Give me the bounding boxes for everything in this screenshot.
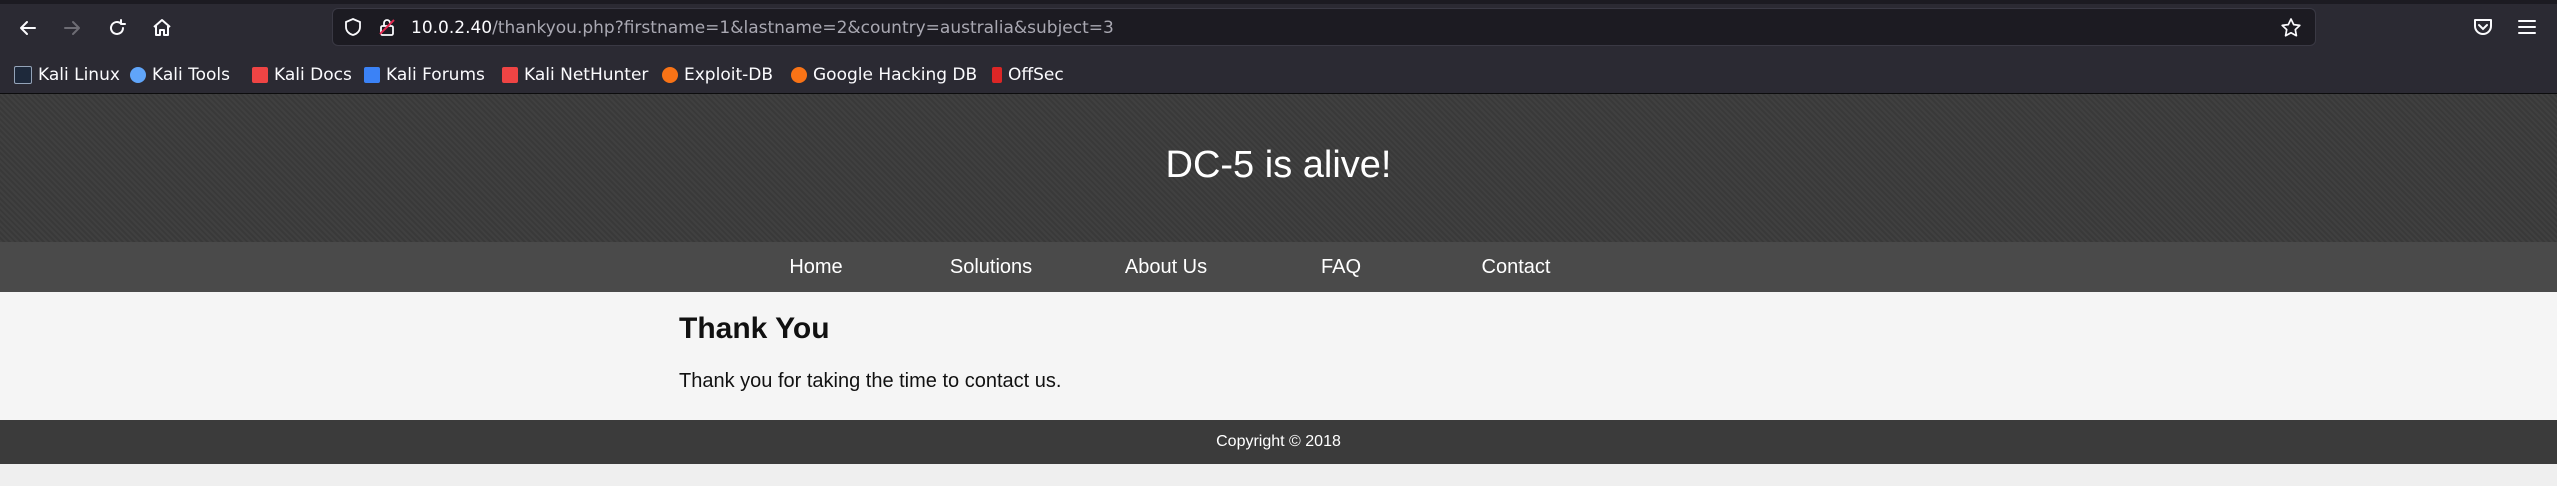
- bookmark-offsec[interactable]: OffSec: [992, 57, 1064, 93]
- bookmark-label: Kali Linux: [38, 65, 120, 85]
- bookmarks-toolbar: Kali Linux Kali Tools Kali Docs Kali For…: [0, 57, 2557, 94]
- bookmark-kali-docs[interactable]: Kali Docs: [252, 57, 352, 93]
- nav-solutions[interactable]: Solutions: [911, 242, 1071, 292]
- site-nav: Home Solutions About Us FAQ Contact: [0, 242, 2557, 292]
- nav-faq[interactable]: FAQ: [1261, 242, 1421, 292]
- shield-icon[interactable]: [343, 17, 363, 37]
- main-content: Thank You Thank you for taking the time …: [0, 292, 2557, 420]
- url-path: /thankyou.php?firstname=1&lastname=2&cou…: [492, 18, 1114, 38]
- bookmark-label: Kali Forums: [386, 65, 485, 85]
- exploit-db-icon: [662, 67, 678, 83]
- bookmark-star-icon[interactable]: [2279, 16, 2303, 40]
- kali-dragon-icon: [14, 66, 32, 84]
- back-button[interactable]: [12, 12, 44, 44]
- forward-arrow-icon: [64, 21, 80, 35]
- site-footer: Copyright © 2018: [0, 420, 2557, 464]
- url-host: 10.0.2.40: [411, 18, 493, 38]
- insecure-lock-icon[interactable]: [377, 17, 397, 37]
- bookmark-exploit-db[interactable]: Exploit-DB: [662, 57, 773, 93]
- bookmark-label: Kali Tools: [152, 65, 230, 85]
- bookmark-label: Google Hacking DB: [813, 65, 978, 85]
- kali-tools-icon: [130, 67, 146, 83]
- tab-strip: [0, 0, 2557, 4]
- kali-nethunter-icon: [502, 67, 518, 83]
- nav-contact[interactable]: Contact: [1436, 242, 1596, 292]
- home-button[interactable]: [146, 12, 178, 44]
- address-bar[interactable]: 10.0.2.40/thankyou.php?firstname=1&lastn…: [332, 8, 2316, 46]
- browser-toolbar: 10.0.2.40/thankyou.php?firstname=1&lastn…: [0, 0, 2557, 57]
- bookmark-google-hacking-db[interactable]: Google Hacking DB: [791, 57, 977, 93]
- bookmark-label: Exploit-DB: [684, 65, 773, 85]
- kali-docs-icon: [252, 67, 268, 83]
- web-page: DC-5 is alive! Home Solutions About Us F…: [0, 94, 2557, 486]
- site-title: DC-5 is alive!: [1165, 144, 1392, 186]
- nav-about-us[interactable]: About Us: [1086, 242, 1246, 292]
- url-text[interactable]: 10.0.2.40/thankyou.php?firstname=1&lastn…: [411, 9, 1114, 47]
- page-heading: Thank You: [679, 312, 830, 345]
- pocket-icon[interactable]: [2470, 14, 2496, 40]
- back-arrow-icon: [20, 21, 36, 35]
- bookmark-label: Kali NetHunter: [524, 65, 649, 85]
- reload-button[interactable]: [101, 12, 133, 44]
- offsec-icon: [992, 67, 1002, 83]
- bookmark-kali-forums[interactable]: Kali Forums: [364, 57, 485, 93]
- page-background: [0, 464, 2557, 486]
- bookmark-kali-tools[interactable]: Kali Tools: [130, 57, 230, 93]
- bookmark-kali-nethunter[interactable]: Kali NetHunter: [502, 57, 648, 93]
- site-header: DC-5 is alive!: [0, 94, 2557, 242]
- reload-icon: [110, 19, 126, 35]
- kali-forums-icon: [364, 67, 380, 83]
- menu-icon[interactable]: [2514, 14, 2540, 40]
- nav-home[interactable]: Home: [736, 242, 896, 292]
- forward-button[interactable]: [56, 12, 88, 44]
- google-hacking-db-icon: [791, 67, 807, 83]
- bookmark-label: OffSec: [1008, 65, 1064, 85]
- home-icon: [153, 19, 171, 36]
- thank-you-message: Thank you for taking the time to contact…: [679, 370, 1062, 392]
- bookmark-kali-linux[interactable]: Kali Linux: [14, 57, 120, 93]
- bookmark-label: Kali Docs: [274, 65, 352, 85]
